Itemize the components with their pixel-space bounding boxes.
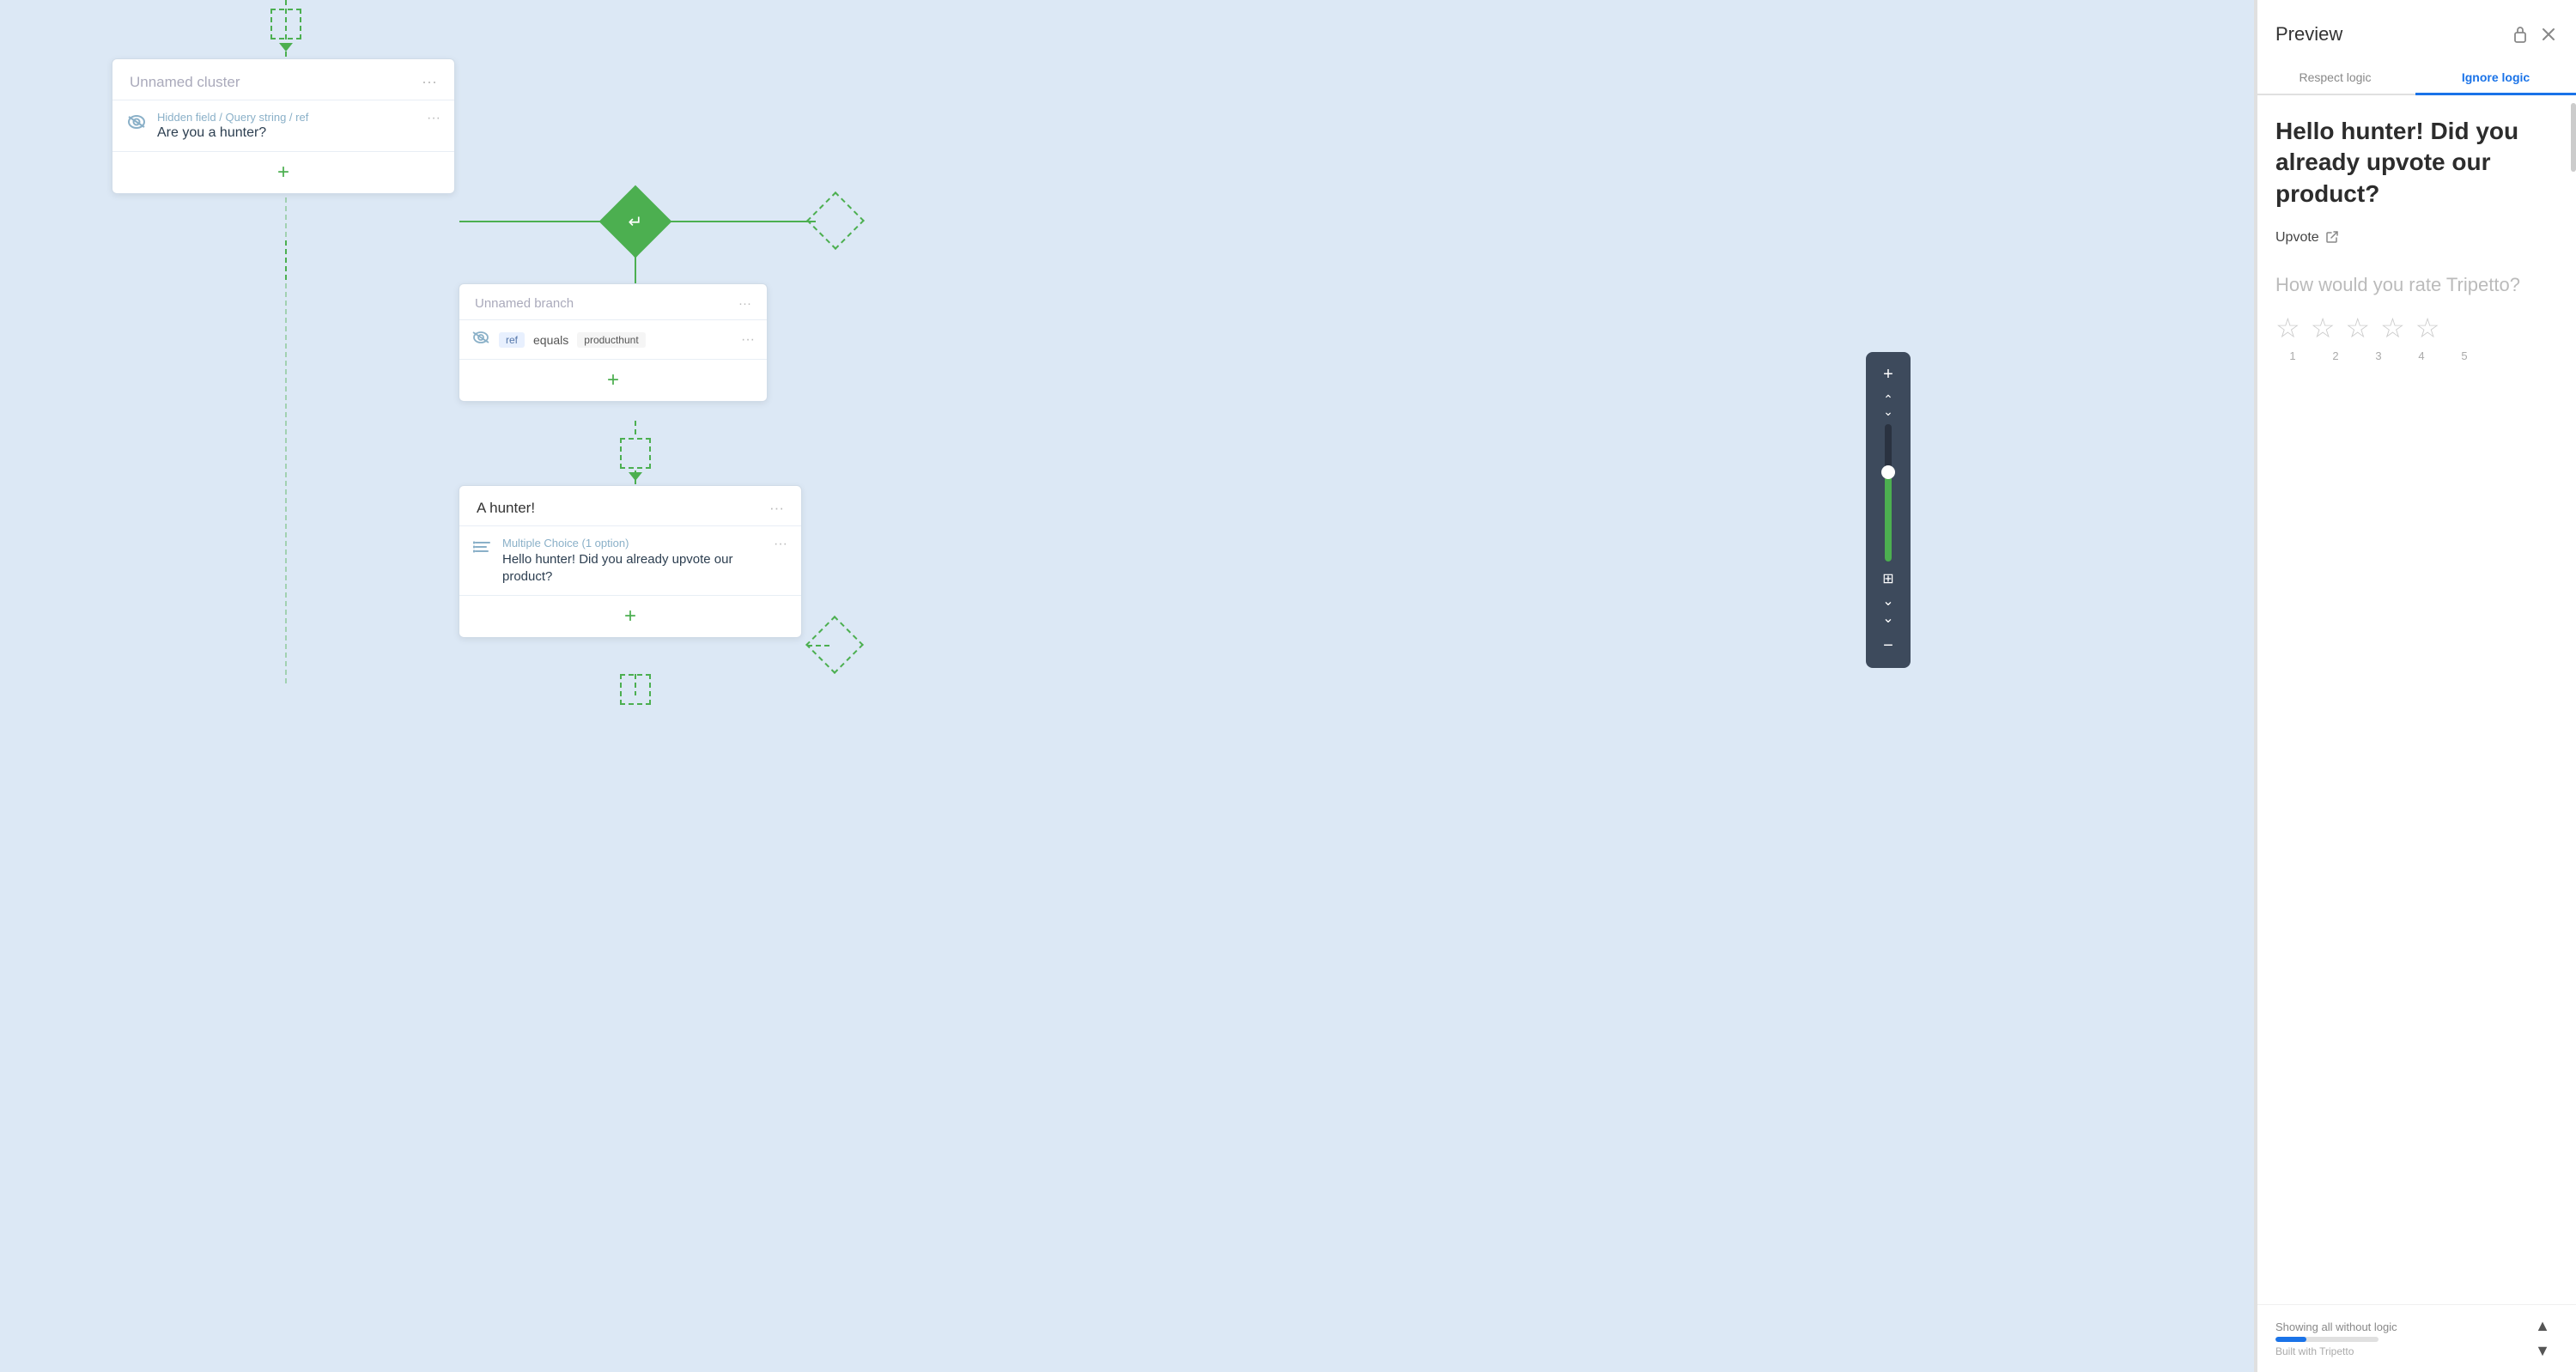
arrow-down-diamond (629, 250, 642, 258)
star-3[interactable]: ☆ (2345, 312, 2370, 344)
footer-left: Showing all without logic Built with Tri… (2275, 1320, 2397, 1357)
branch-equals: equals (533, 333, 568, 347)
preview-nav-arrows: ▲ ▼ (2530, 1315, 2555, 1362)
hidden-field-icon (126, 114, 147, 135)
preview-close-btn[interactable] (2542, 27, 2555, 41)
star-num-1: 1 (2279, 349, 2306, 362)
zoom-slider-fill (1885, 472, 1892, 562)
zoom-fit-icon[interactable]: ⊞ (1882, 570, 1893, 587)
star-1[interactable]: ☆ (2275, 312, 2300, 344)
cluster-item-content-1: Hidden field / Query string / ref Are yo… (157, 111, 416, 141)
branch-add-btn-1[interactable]: + (459, 359, 767, 401)
cluster-item-sublabel-1: Hidden field / Query string / ref (157, 111, 416, 124)
zoom-minus-btn[interactable]: − (1873, 630, 1904, 661)
showing-logic-label: Showing all without logic (2275, 1320, 2397, 1333)
zoom-arrows: ⌃ ⌄ (1883, 393, 1893, 417)
branch-item-1: ref equals producthunt ··· (459, 319, 767, 359)
preview-nav-down[interactable]: ▼ (2530, 1340, 2555, 1362)
cluster-menu-1[interactable]: ··· (422, 73, 437, 91)
left-scroll-edge (0, 0, 7, 1372)
star-numbers: 1 2 3 4 5 (2275, 349, 2555, 362)
canvas-area: Unnamed cluster ··· Hidden field / Query… (0, 0, 2254, 1372)
rating-label: How would you rate Tripetto? (2275, 273, 2555, 298)
preview-lock-btn[interactable] (2512, 25, 2528, 44)
empty-diamond-2[interactable] (805, 616, 864, 674)
tab-ignore-logic[interactable]: Ignore logic (2415, 62, 2576, 95)
preview-footer: Showing all without logic Built with Tri… (2255, 1304, 2576, 1372)
mid-node-1[interactable] (620, 438, 651, 469)
branch-menu-1[interactable]: ··· (738, 296, 751, 311)
cluster-node-1: Unnamed cluster ··· Hidden field / Query… (112, 58, 455, 194)
zoom-chevron-down-1: ⌄ (1882, 592, 1893, 610)
section-add-btn-1[interactable]: + (459, 595, 801, 637)
cluster-item-label-1: Are you a hunter? (157, 125, 416, 141)
zoom-controls: + ⌃ ⌄ ⊞ ⌄ ⌄ − (1866, 352, 1911, 668)
arrow-down-2 (629, 472, 642, 481)
branch-title-1: Unnamed branch (475, 296, 574, 311)
branch-eye-icon (471, 331, 490, 349)
branch-value-tag: producthunt (577, 332, 645, 348)
mc-icon (473, 538, 492, 562)
cluster-header-1: Unnamed cluster ··· (112, 59, 454, 100)
logic-diamond[interactable]: ↵ (599, 185, 672, 258)
star-2[interactable]: ☆ (2311, 312, 2336, 344)
stars-row: ☆ ☆ ☆ ☆ ☆ (2275, 312, 2555, 344)
mc-item-menu-1[interactable]: ··· (774, 537, 787, 552)
star-4[interactable]: ☆ (2380, 312, 2405, 344)
canvas-connectors (0, 0, 2254, 1372)
upvote-label: Upvote (2275, 230, 2319, 246)
arrow-down-1 (279, 43, 293, 52)
cluster-add-btn-1[interactable]: + (112, 151, 454, 193)
preview-header: Preview (2255, 0, 2576, 52)
mc-label-1: Hello hunter! Did you already upvote our… (502, 551, 763, 585)
diamond-icon: ↵ (629, 210, 643, 232)
section-title-1: A hunter! (477, 500, 535, 517)
preview-icons (2512, 25, 2555, 44)
zoom-slider-thumb[interactable] (1881, 465, 1895, 479)
branch-header-1: Unnamed branch ··· (459, 284, 767, 319)
cluster-item-1: Hidden field / Query string / ref Are yo… (112, 100, 454, 151)
preview-tabs: Respect logic Ignore logic (2255, 62, 2576, 95)
mc-item-1: Multiple Choice (1 option) Hello hunter!… (459, 525, 801, 595)
bottom-node-1[interactable] (620, 674, 651, 705)
rating-section: How would you rate Tripetto? ☆ ☆ ☆ ☆ ☆ 1… (2275, 273, 2555, 362)
mc-content-1: Multiple Choice (1 option) Hello hunter!… (502, 537, 763, 585)
zoom-slider[interactable] (1885, 424, 1892, 562)
tab-respect-logic[interactable]: Respect logic (2255, 62, 2415, 95)
branch-node-1: Unnamed branch ··· ref equals producthun… (459, 283, 768, 402)
section-header-1: A hunter! ··· (459, 486, 801, 525)
cluster-item-menu-1[interactable]: ··· (427, 111, 440, 126)
star-num-3: 3 (2365, 349, 2392, 362)
preview-content: Hello hunter! Did you already upvote our… (2255, 95, 2576, 1304)
branch-ref-tag: ref (499, 332, 525, 348)
built-with-label: Built with Tripetto (2275, 1345, 2397, 1357)
zoom-plus-btn[interactable]: + (1873, 359, 1904, 390)
logic-progress-fill (2275, 1337, 2306, 1342)
star-num-4: 4 (2408, 349, 2435, 362)
preview-title: Preview (2275, 23, 2342, 46)
upvote-link-icon[interactable] (2326, 231, 2338, 246)
section-menu-1[interactable]: ··· (769, 500, 784, 517)
preview-question-title: Hello hunter! Did you already upvote our… (2275, 116, 2555, 209)
zoom-chevron-down-2: ⌄ (1882, 610, 1893, 627)
logic-progress-bar (2275, 1337, 2379, 1342)
star-num-5: 5 (2451, 349, 2478, 362)
star-num-2: 2 (2322, 349, 2349, 362)
section-node-1: A hunter! ··· Multiple Choice (1 option)… (459, 485, 802, 638)
start-node[interactable] (270, 9, 301, 39)
branch-item-menu-1[interactable]: ··· (741, 332, 755, 348)
cluster-title-1: Unnamed cluster (130, 74, 240, 91)
preview-panel: Preview Respect logic Ignore logic (2254, 0, 2576, 1372)
empty-diamond-1[interactable] (806, 191, 865, 250)
mc-sublabel-1: Multiple Choice (1 option) (502, 537, 763, 549)
preview-nav-up[interactable]: ▲ (2530, 1315, 2555, 1337)
star-5[interactable]: ☆ (2415, 312, 2440, 344)
upvote-row: Upvote (2275, 230, 2555, 246)
